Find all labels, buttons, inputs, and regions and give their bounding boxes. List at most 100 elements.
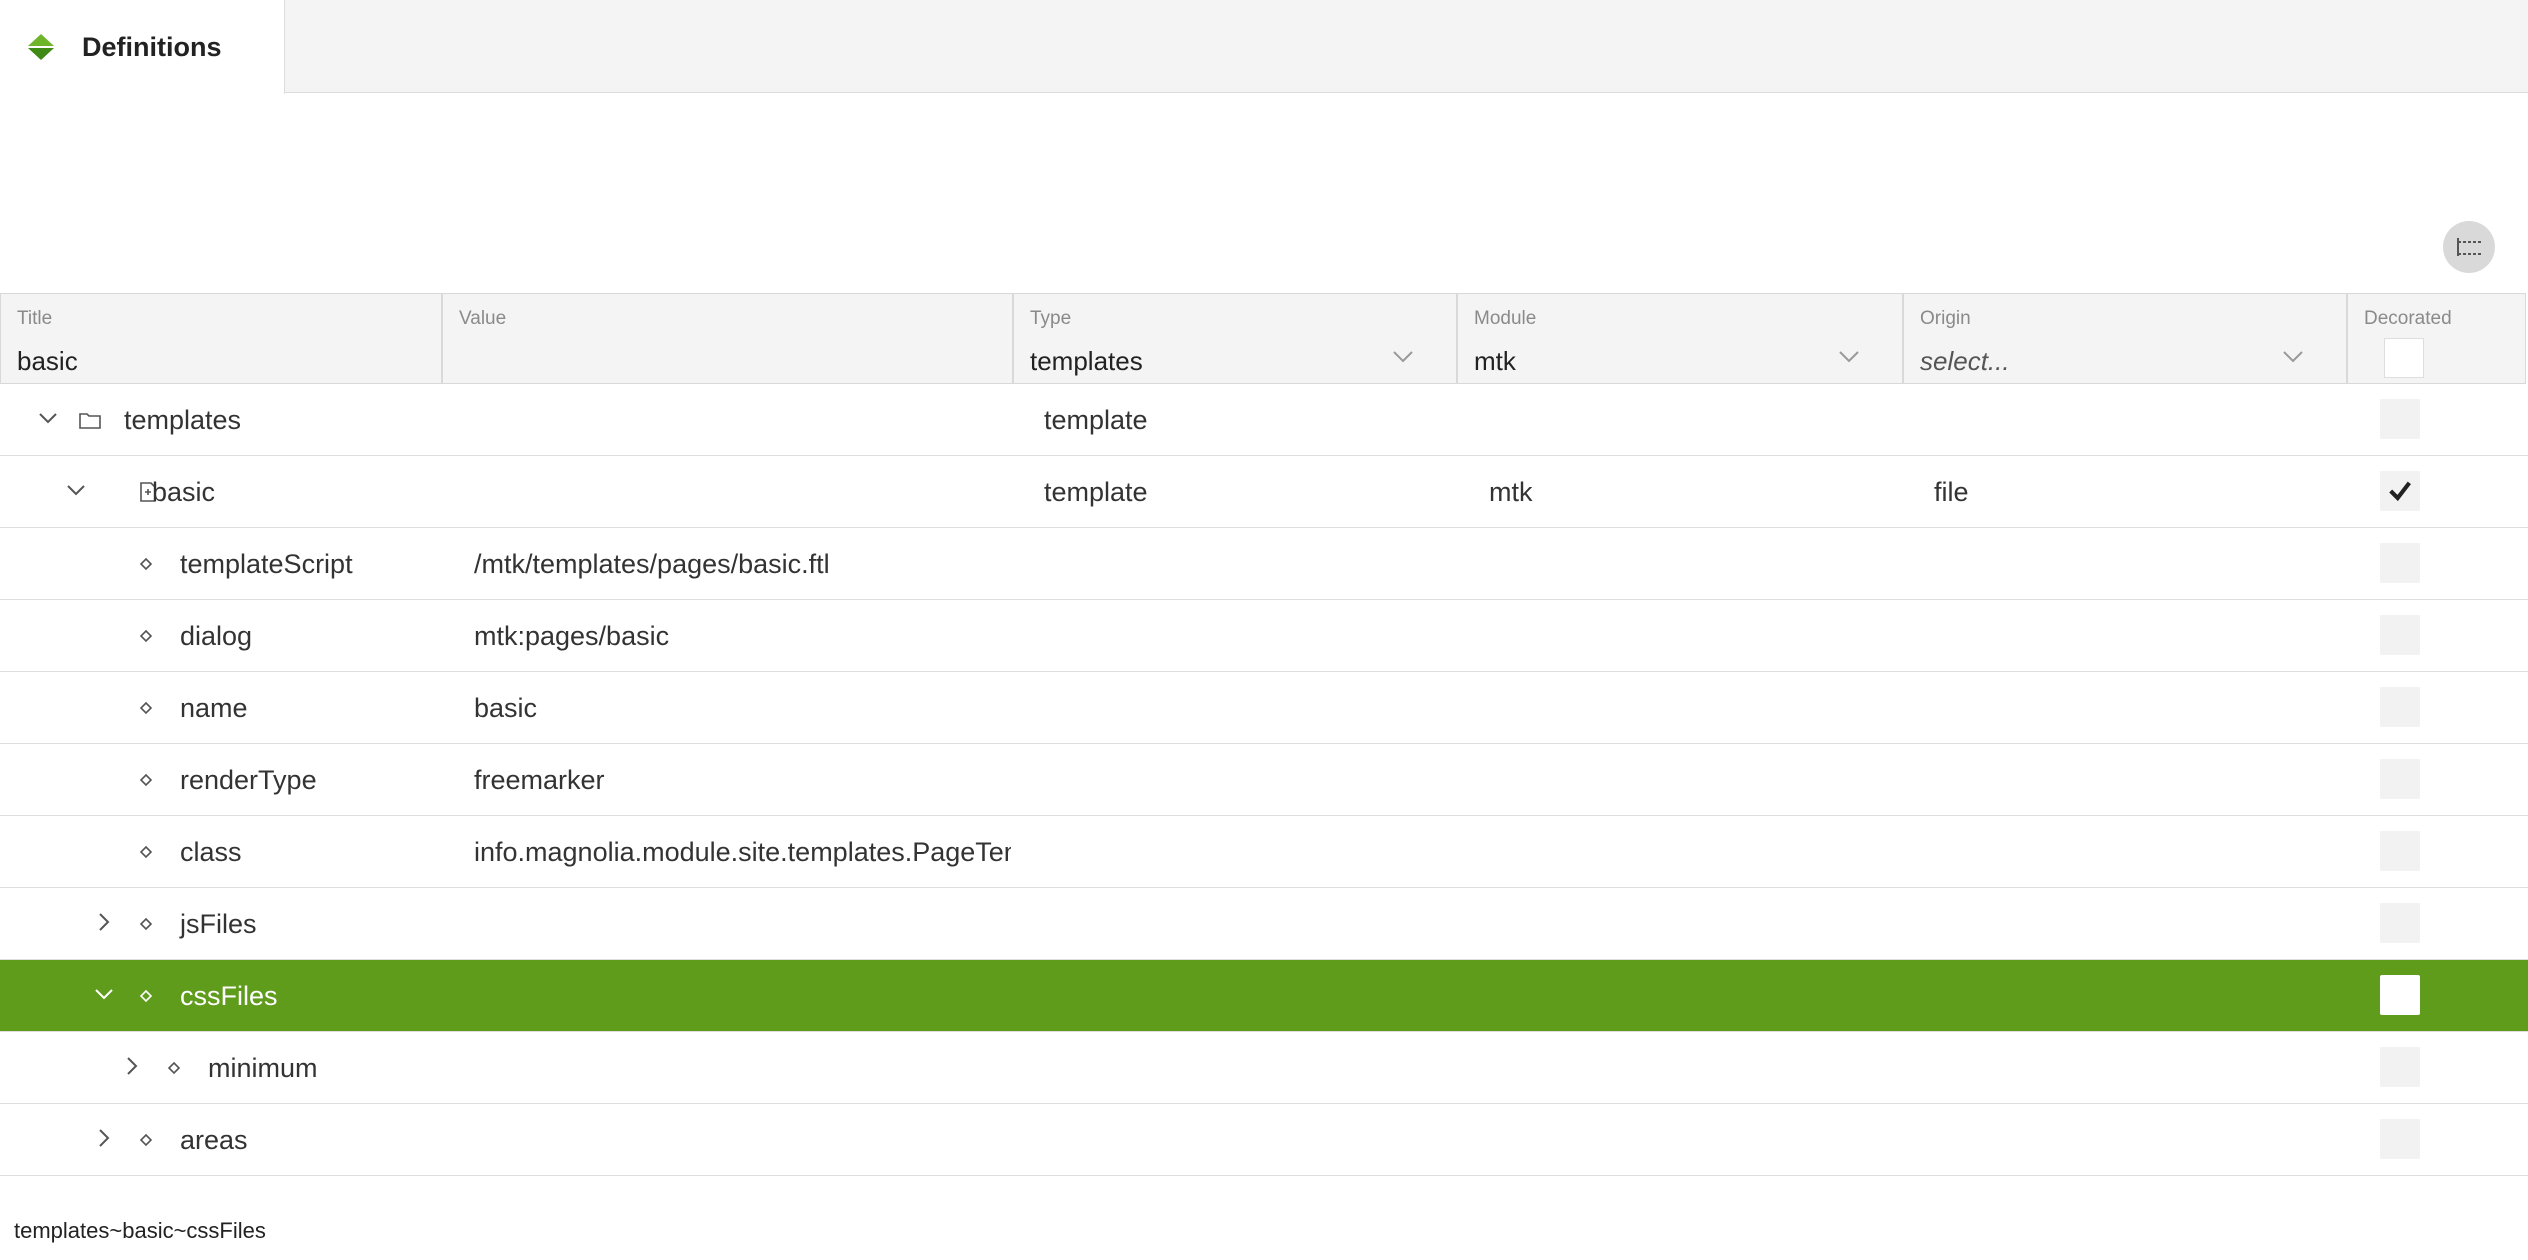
chevron-right-icon[interactable]	[92, 910, 116, 934]
decorated-checkbox[interactable]	[2380, 399, 2420, 439]
property-icon	[139, 629, 153, 643]
row-origin	[1934, 888, 2344, 960]
row-module	[1489, 960, 1899, 1032]
decorated-checkbox[interactable]	[2380, 687, 2420, 727]
tree-row[interactable]: dialog mtk:pages/basic	[0, 600, 2528, 672]
tree-row[interactable]: cssFiles	[0, 960, 2528, 1032]
row-module	[1489, 384, 1899, 456]
grid-body: templates template basic template mtk file tem…	[0, 384, 2528, 1176]
row-value	[474, 1032, 1011, 1104]
checkmark-icon	[2389, 481, 2411, 502]
row-module	[1489, 672, 1899, 744]
column-settings-button[interactable]	[2443, 221, 2495, 273]
row-origin	[1934, 1032, 2344, 1104]
chevron-down-icon[interactable]	[1392, 350, 1414, 364]
row-module	[1489, 1032, 1899, 1104]
row-value	[474, 888, 1011, 960]
type-filter-select[interactable]: templates	[1030, 346, 1143, 377]
decorated-checkbox[interactable]	[2380, 471, 2420, 511]
decorated-checkbox[interactable]	[2380, 975, 2420, 1015]
row-title: class	[180, 836, 242, 867]
property-icon	[139, 989, 153, 1003]
decorated-checkbox[interactable]	[2380, 615, 2420, 655]
row-module	[1489, 528, 1899, 600]
row-type	[1044, 1104, 1454, 1176]
row-value	[474, 1104, 1011, 1176]
title-filter-input[interactable]: basic	[17, 346, 78, 377]
row-type: template	[1044, 404, 1148, 435]
row-value: mtk:pages/basic	[474, 620, 670, 651]
tree-row[interactable]: basic template mtk file	[0, 456, 2528, 528]
magnolia-logo-icon	[28, 34, 54, 60]
chevron-down-icon[interactable]	[92, 982, 116, 1006]
column-settings-icon	[2457, 238, 2482, 256]
tree-row[interactable]: areas	[0, 1104, 2528, 1176]
module-filter-select[interactable]: mtk	[1474, 346, 1516, 377]
row-title: templateScript	[180, 548, 353, 579]
row-origin	[1934, 960, 2344, 1032]
chevron-down-icon[interactable]	[36, 406, 60, 430]
decorated-checkbox[interactable]	[2380, 759, 2420, 799]
origin-filter-select[interactable]: select...	[1920, 346, 2010, 377]
tree-row[interactable]: name basic	[0, 672, 2528, 744]
row-value	[474, 456, 1011, 528]
property-icon	[167, 1061, 181, 1075]
tree-row[interactable]: jsFiles	[0, 888, 2528, 960]
decorated-checkbox[interactable]	[2380, 831, 2420, 871]
column-title-filter[interactable]: Title basic	[0, 293, 442, 384]
column-decorated-filter[interactable]: Decorated	[2347, 293, 2526, 384]
row-origin	[1934, 1104, 2344, 1176]
tab-definitions[interactable]: Definitions	[0, 0, 285, 94]
definitions-grid: Title basic Value Type templates Module …	[0, 293, 2528, 1176]
chevron-right-icon[interactable]	[92, 1126, 116, 1150]
row-type: template	[1044, 476, 1148, 507]
property-icon	[139, 1133, 153, 1147]
column-module-label: Module	[1474, 308, 1537, 329]
folder-icon	[79, 413, 101, 429]
tree-row[interactable]: minimum	[0, 1032, 2528, 1104]
row-type	[1044, 960, 1454, 1032]
column-value-label: Value	[459, 308, 507, 329]
definitions-app: Definitions Title basic Value Type templ…	[0, 0, 2528, 1260]
decorated-filter-checkbox[interactable]	[2384, 338, 2424, 378]
row-value: info.magnolia.module.site.templates.Page…	[474, 836, 1011, 867]
decorated-checkbox[interactable]	[2380, 543, 2420, 583]
row-module	[1489, 816, 1899, 888]
row-module: mtk	[1489, 476, 1533, 507]
tree-row[interactable]: templateScript/mtk/templates/pages/basic…	[0, 528, 2528, 600]
row-type	[1044, 816, 1454, 888]
chevron-right-icon[interactable]	[120, 1054, 144, 1078]
row-module	[1489, 1104, 1899, 1176]
property-icon	[139, 557, 153, 571]
row-type	[1044, 1032, 1454, 1104]
tab-bar: Definitions	[0, 0, 2528, 94]
property-icon	[139, 701, 153, 715]
column-value-filter[interactable]: Value	[442, 293, 1013, 384]
column-type-filter[interactable]: Type templates	[1013, 293, 1457, 384]
column-origin-filter[interactable]: Origin select...	[1903, 293, 2347, 384]
row-type	[1044, 672, 1454, 744]
property-icon	[139, 917, 153, 931]
row-origin	[1934, 816, 2344, 888]
chevron-down-icon[interactable]	[64, 478, 88, 502]
chevron-down-icon[interactable]	[2282, 350, 2304, 364]
row-origin	[1934, 600, 2344, 672]
row-title: areas	[180, 1124, 248, 1155]
row-module	[1489, 744, 1899, 816]
row-module	[1489, 600, 1899, 672]
column-module-filter[interactable]: Module mtk	[1457, 293, 1903, 384]
row-type	[1044, 528, 1454, 600]
tree-row[interactable]: class info.magnolia.module.site.templates…	[0, 816, 2528, 888]
row-title: basic	[152, 476, 216, 507]
tree-row[interactable]: templates template	[0, 384, 2528, 456]
row-value	[474, 960, 1011, 1032]
chevron-down-icon[interactable]	[1838, 350, 1860, 364]
decorated-checkbox[interactable]	[2380, 1047, 2420, 1087]
tree-row[interactable]: renderType freemarker	[0, 744, 2528, 816]
row-origin	[1934, 744, 2344, 816]
decorated-checkbox[interactable]	[2380, 1119, 2420, 1159]
decorated-checkbox[interactable]	[2380, 903, 2420, 943]
tab-label: Definitions	[82, 31, 222, 62]
row-type	[1044, 600, 1454, 672]
row-value	[474, 384, 1011, 456]
